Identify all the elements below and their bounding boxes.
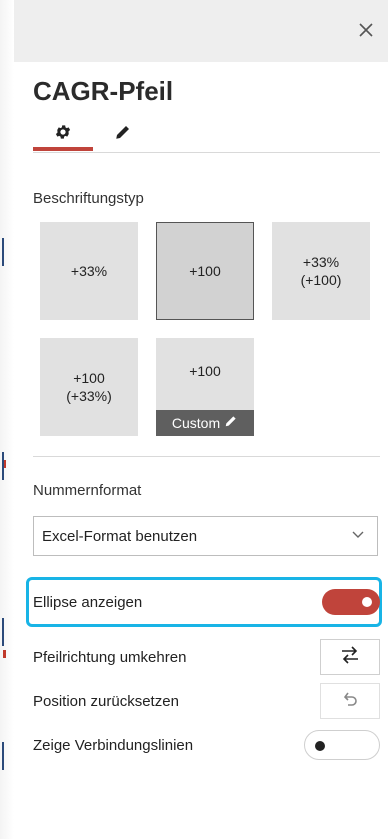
tile-line2: (+100)	[300, 272, 342, 288]
number-format-heading: Nummernformat	[33, 482, 142, 499]
toggle-knob	[362, 597, 372, 607]
option-show-connectors: Zeige Verbindungslinien	[33, 726, 380, 764]
edge-mark	[3, 650, 6, 658]
label-type-option-percent[interactable]: +33%	[40, 222, 138, 320]
show-connectors-toggle[interactable]	[304, 730, 380, 760]
pencil-icon	[114, 123, 132, 146]
tab-settings[interactable]	[33, 115, 93, 153]
number-format-select[interactable]: Excel-Format benutzen	[33, 516, 378, 556]
edge-bar	[2, 452, 4, 480]
tab-style[interactable]	[93, 115, 153, 153]
tile-line1: +33%	[70, 263, 108, 279]
chevron-down-icon	[351, 528, 365, 546]
tile-line1: +100	[189, 363, 221, 379]
edge-bar	[2, 742, 4, 770]
panel-tabs	[33, 115, 380, 155]
option-reverse-arrow: Pfeilrichtung umkehren	[33, 638, 380, 676]
label-type-option-custom[interactable]: +100 Custom	[156, 338, 254, 436]
panel-titlebar	[14, 0, 388, 62]
custom-edit-bar[interactable]: Custom	[156, 410, 254, 436]
option-show-ellipse: Ellipse anzeigen	[33, 583, 380, 621]
pencil-icon	[224, 414, 238, 432]
tile-line1: +100	[73, 370, 105, 386]
number-format-value: Excel-Format benutzen	[42, 527, 198, 545]
close-icon[interactable]	[354, 18, 378, 42]
label-type-option-percent-absolute[interactable]: +33% (+100)	[272, 222, 370, 320]
label-type-option-absolute-percent[interactable]: +100 (+33%)	[40, 338, 138, 436]
show-ellipse-toggle[interactable]	[322, 589, 380, 615]
label-type-option-absolute[interactable]: +100	[156, 222, 254, 320]
cagr-panel: CAGR-Pfeil Beschriftungstyp +33% +100 +3…	[0, 0, 388, 839]
gear-icon	[54, 123, 72, 146]
label-type-heading: Beschriftungstyp	[33, 190, 144, 207]
option-reset-position: Position zurücksetzen	[33, 682, 380, 720]
section-divider	[33, 456, 380, 457]
custom-label: Custom	[171, 415, 221, 431]
host-window-edge	[0, 0, 14, 839]
tile-line1: +100	[189, 263, 221, 279]
undo-icon	[341, 690, 359, 712]
reset-position-button[interactable]	[320, 683, 380, 719]
toggle-knob	[315, 741, 325, 751]
tile-line2: (+33%)	[66, 388, 112, 404]
swap-arrows-icon	[340, 646, 360, 668]
panel-title: CAGR-Pfeil	[33, 76, 174, 106]
tile-line1: +33%	[302, 254, 340, 270]
reverse-arrow-button[interactable]	[320, 639, 380, 675]
edge-bar	[2, 238, 4, 266]
edge-bar	[2, 618, 4, 646]
